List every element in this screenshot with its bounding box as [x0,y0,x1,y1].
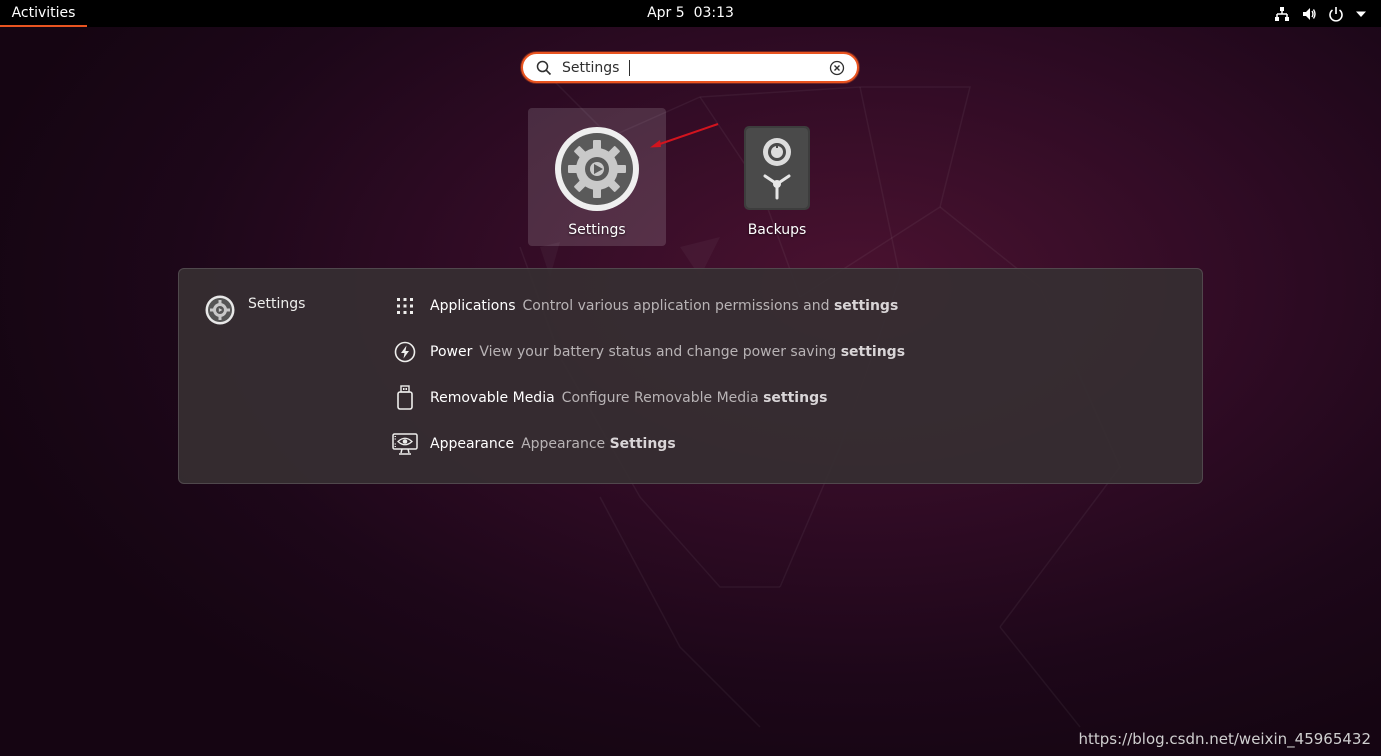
result-name: Power [430,344,473,360]
search-entry[interactable] [521,52,859,83]
result-list: Applications Control various application… [392,293,905,477]
app-backups[interactable]: Backups [708,108,846,246]
power-bolt-icon [392,339,418,365]
result-item-appearance[interactable]: Appearance Appearance Settings [392,431,905,477]
settings-gear-icon [554,126,640,212]
result-name: Removable Media [430,390,555,406]
volume-icon[interactable] [1301,6,1317,22]
backups-safe-icon [734,126,820,212]
result-description: Appearance Settings [521,436,676,452]
network-icon[interactable] [1274,6,1290,22]
result-description: Configure Removable Media settings [561,390,828,406]
clock-time: 03:13 [693,5,734,21]
annotation-arrow [650,123,719,148]
clock: Apr 5 03:13 [0,0,1381,27]
chevron-down-icon[interactable] [1355,8,1367,20]
app-label: Backups [747,222,807,238]
search-results-panel: Settings Applications Control various ap… [178,268,1203,484]
search-input[interactable] [562,57,822,79]
system-tray[interactable] [1274,0,1367,27]
applications-grid-icon [392,293,418,319]
clear-icon[interactable] [829,60,845,80]
top-bar: Activities Apr 5 03:13 [0,0,1381,27]
result-description: View your battery status and change powe… [479,344,906,360]
provider-name: Settings [248,296,306,312]
clock-date: Apr 5 [647,5,685,21]
power-icon[interactable] [1328,6,1344,22]
search-icon [536,60,552,80]
app-label: Settings [568,222,626,238]
result-item-applications[interactable]: Applications Control various application… [392,293,905,339]
appearance-icon [392,431,418,457]
activities-button[interactable]: Activities [0,0,87,27]
watermark-url: https://blog.csdn.net/weixin_45965432 [1078,730,1371,748]
result-provider-settings[interactable]: Settings [205,295,305,329]
result-item-power[interactable]: Power View your battery status and chang… [392,339,905,385]
removable-media-icon [392,385,418,411]
result-description: Control various application permissions … [522,298,899,314]
text-cursor [629,60,630,76]
result-item-removable-media[interactable]: Removable Media Configure Removable Medi… [392,385,905,431]
clock-button[interactable]: Apr 5 03:13 [647,5,734,21]
result-name: Applications [430,298,516,314]
result-name: Appearance [430,436,515,452]
settings-icon [205,295,235,329]
